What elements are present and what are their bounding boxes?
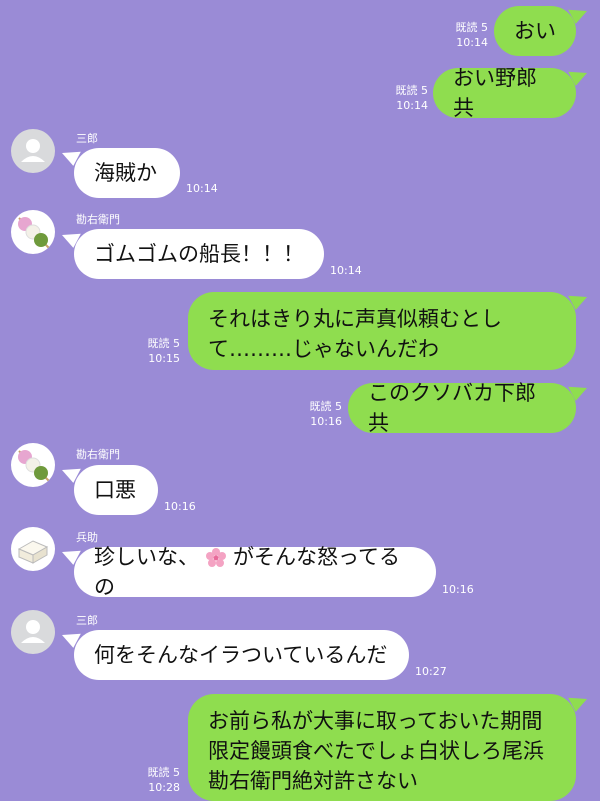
message-text: ゴムゴムの船長！！！: [94, 242, 304, 266]
message-text: おい野郎共: [453, 66, 537, 120]
timestamp: 10:14: [456, 36, 488, 49]
sender-name: 三郎: [76, 132, 98, 145]
message-bubble-outgoing[interactable]: おい野郎共: [433, 66, 576, 120]
message-bubble-incoming[interactable]: 珍しいな、 がそんな怒ってるの: [74, 545, 436, 599]
message-bubble-incoming[interactable]: 何をそんなイラついているんだ: [74, 630, 409, 680]
read-status: 既読 5: [309, 400, 343, 413]
message-text: それはきり丸に声真似頼むとし て………じゃないんだわ: [208, 304, 502, 364]
message-text: このクソバカ下郎共: [368, 381, 536, 435]
timestamp: 10:15: [148, 352, 180, 365]
person-silhouette-icon: [21, 139, 45, 162]
read-receipt: 既読 5 10:28: [128, 765, 181, 795]
message-line: お前ら私が大事に取っておいた期間: [208, 709, 543, 733]
read-status: 既読 5: [455, 21, 489, 34]
message-bubble-outgoing[interactable]: お前ら私が大事に取っておいた期間 限定饅頭食べたでしょ白状しろ尾浜 勘右衛門絶対…: [188, 694, 576, 801]
message-text: お前ら私が大事に取っておいた期間 限定饅頭食べたでしょ白状しろ尾浜 勘右衛門絶対…: [208, 706, 544, 796]
dango-icon: [18, 450, 50, 482]
timestamp: 10:27: [415, 665, 447, 678]
message-bubble-incoming[interactable]: 口悪: [74, 465, 158, 515]
timestamp: 10:14: [330, 264, 362, 277]
message-text: 口悪: [94, 478, 136, 502]
message-line: て………じゃないんだわ: [208, 337, 439, 361]
message-bubble-outgoing[interactable]: それはきり丸に声真似頼むとし て………じゃないんだわ: [188, 292, 576, 370]
message-bubble-incoming[interactable]: ゴムゴムの船長！！！: [74, 229, 324, 279]
avatar[interactable]: [11, 610, 55, 654]
message-bubble-incoming[interactable]: 海賊か: [74, 148, 180, 198]
read-receipt: 既読 5 10:14: [436, 20, 489, 50]
read-receipt: 既読 5 10:14: [376, 83, 429, 113]
message-text: 珍しいな、 がそんな怒ってるの: [94, 542, 416, 602]
timestamp: 10:16: [442, 583, 474, 596]
avatar[interactable]: [11, 129, 55, 173]
dango-icon: [18, 217, 50, 249]
message-bubble-outgoing[interactable]: このクソバカ下郎共: [348, 381, 576, 435]
message-bubble-outgoing[interactable]: おい: [494, 6, 576, 56]
avatar[interactable]: [11, 210, 55, 254]
message-text-part: 珍しいな、: [94, 545, 199, 569]
avatar[interactable]: [11, 527, 55, 571]
message-text: おい: [514, 19, 556, 43]
timestamp: 10:28: [148, 781, 180, 794]
read-receipt: 既読 5 10:16: [290, 399, 343, 429]
message-line: それはきり丸に声真似頼むとし: [208, 307, 502, 331]
read-status: 既読 5: [147, 337, 181, 350]
person-silhouette-icon: [21, 620, 45, 643]
message-line: 限定饅頭食べたでしょ白状しろ尾浜: [208, 739, 544, 763]
message-line: 勘右衛門絶対許さない: [208, 769, 418, 793]
timestamp: 10:14: [186, 182, 218, 195]
read-status: 既読 5: [395, 84, 429, 97]
message-text: 海賊か: [94, 161, 157, 185]
timestamp: 10:14: [396, 99, 428, 112]
message-text: 何をそんなイラついているんだ: [94, 643, 388, 667]
sender-name: 勘右衛門: [76, 448, 120, 461]
read-status: 既読 5: [147, 766, 181, 779]
avatar[interactable]: [11, 443, 55, 487]
sender-name: 勘右衛門: [76, 213, 120, 226]
sender-name: 三郎: [76, 614, 98, 627]
tofu-icon: [17, 540, 49, 564]
timestamp: 10:16: [164, 500, 196, 513]
read-receipt: 既読 5 10:15: [128, 336, 181, 366]
cherry-blossom-icon: [206, 548, 226, 567]
timestamp: 10:16: [310, 415, 342, 428]
